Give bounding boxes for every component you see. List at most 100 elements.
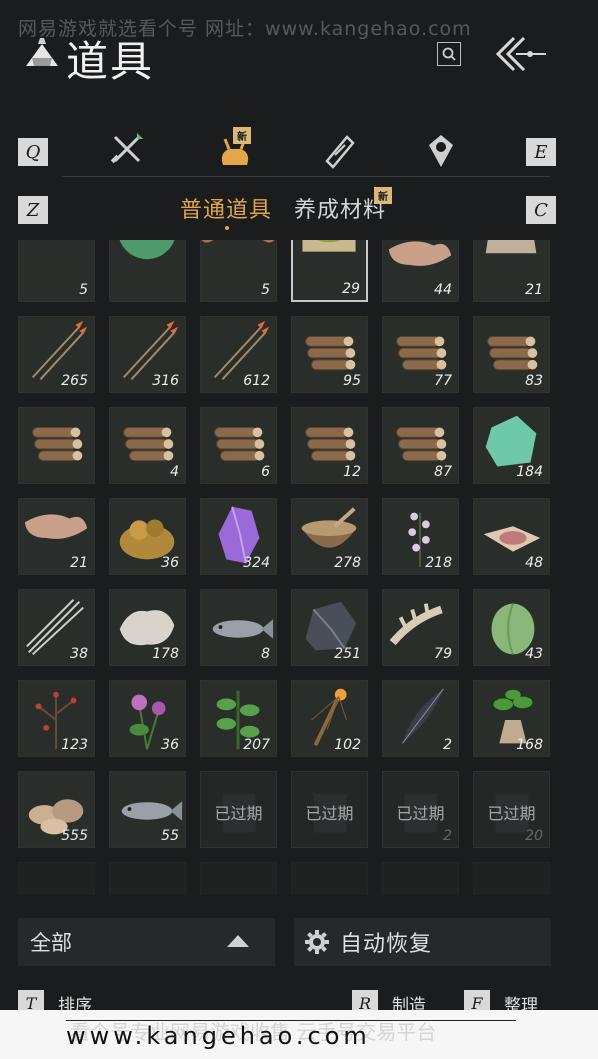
item-quantity: 178 bbox=[152, 646, 179, 662]
item-slot[interactable]: 8 bbox=[200, 589, 277, 666]
item-slot[interactable]: 184 bbox=[473, 407, 550, 484]
item-slot[interactable]: 36 bbox=[109, 680, 186, 757]
item-slot[interactable]: 48 bbox=[473, 498, 550, 575]
item-slot[interactable]: 21 bbox=[473, 240, 550, 302]
item-quantity: 8 bbox=[261, 646, 270, 662]
new-badge: 新 bbox=[374, 187, 392, 204]
item-slot[interactable]: 44 bbox=[382, 240, 459, 302]
item-slot[interactable]: 4 bbox=[109, 407, 186, 484]
subtab-materials[interactable]: 养成材料 bbox=[294, 192, 386, 224]
watermark-underline bbox=[66, 1020, 516, 1021]
item-slot[interactable]: 83 bbox=[473, 316, 550, 393]
item-quantity: 555 bbox=[61, 828, 88, 844]
item-slot[interactable]: 38 bbox=[18, 589, 95, 666]
item-slot[interactable]: 36 bbox=[109, 498, 186, 575]
scroll-icon bbox=[325, 135, 355, 169]
item-quantity: 87 bbox=[434, 464, 452, 480]
item-quantity: 5 bbox=[79, 282, 88, 298]
next-category-key[interactable]: E bbox=[526, 138, 556, 166]
gem-icon bbox=[429, 135, 453, 167]
item-slot[interactable]: 55 bbox=[109, 771, 186, 848]
item-slot[interactable]: 102 bbox=[291, 680, 368, 757]
back-arrow-icon bbox=[495, 36, 546, 72]
item-slot[interactable]: 251 bbox=[291, 589, 368, 666]
item-quantity: 20 bbox=[525, 828, 543, 844]
auto-recover-label: 自动恢复 bbox=[340, 932, 433, 957]
item-quantity: 77 bbox=[434, 373, 452, 389]
item-quantity: 29 bbox=[342, 281, 360, 297]
item-quantity: 207 bbox=[243, 737, 270, 753]
item-slot[interactable]: 43 bbox=[473, 589, 550, 666]
prev-subtab-key[interactable]: Z bbox=[18, 196, 48, 224]
tab-scrolls[interactable] bbox=[318, 130, 360, 172]
item-slot[interactable]: 555 bbox=[18, 771, 95, 848]
item-quantity: 5 bbox=[261, 282, 270, 298]
item-grid: 5 5 29 44 21 265 316 612 95 77 83 4 6 12 87 184 21 36 324 2… bbox=[18, 240, 551, 895]
empty-slot bbox=[109, 862, 186, 895]
weapons-icon bbox=[110, 133, 143, 164]
tab-weapons[interactable] bbox=[106, 128, 148, 170]
item-slot[interactable]: 207 bbox=[200, 680, 277, 757]
item-slot[interactable]: 95 bbox=[291, 316, 368, 393]
item-slot[interactable]: 168 bbox=[473, 680, 550, 757]
item-quantity: 43 bbox=[525, 646, 543, 662]
item-quantity: 184 bbox=[516, 464, 543, 480]
item-quantity: 251 bbox=[334, 646, 361, 662]
item-quantity: 44 bbox=[434, 282, 452, 298]
item-slot[interactable]: 324 bbox=[200, 498, 277, 575]
empty-slot bbox=[291, 862, 368, 895]
search-button[interactable] bbox=[437, 42, 461, 66]
item-slot[interactable]: 29 bbox=[291, 240, 368, 302]
prev-category-key[interactable]: Q bbox=[18, 138, 48, 166]
expired-label: 已过期 bbox=[214, 804, 263, 823]
inventory-logo-icon bbox=[22, 36, 62, 72]
item-slot[interactable]: 79 bbox=[382, 589, 459, 666]
item-quantity: 123 bbox=[61, 737, 88, 753]
item-slot[interactable]: 2 bbox=[382, 680, 459, 757]
item-slot[interactable]: 12 bbox=[291, 407, 368, 484]
item-quantity: 612 bbox=[243, 373, 270, 389]
green-orb-icon bbox=[119, 240, 175, 260]
item-quantity: 278 bbox=[334, 555, 361, 571]
item-slot[interactable]: 612 bbox=[200, 316, 277, 393]
item-slot[interactable]: 6 bbox=[200, 407, 277, 484]
item-slot[interactable] bbox=[18, 407, 95, 484]
item-slot[interactable]: 178 bbox=[109, 589, 186, 666]
item-slot[interactable]: 123 bbox=[18, 680, 95, 757]
empty-slot bbox=[200, 862, 277, 895]
item-quantity: 12 bbox=[343, 464, 361, 480]
item-quantity: 36 bbox=[161, 737, 179, 753]
item-slot[interactable]: 5 bbox=[18, 240, 95, 302]
gear-icon bbox=[305, 930, 329, 954]
item-quantity: 324 bbox=[243, 555, 270, 571]
item-slot[interactable] bbox=[109, 240, 186, 302]
filter-dropdown[interactable]: 全部 bbox=[18, 918, 275, 966]
item-quantity: 218 bbox=[425, 555, 452, 571]
item-slot[interactable]: 316 bbox=[109, 316, 186, 393]
search-icon bbox=[442, 47, 456, 61]
next-subtab-key[interactable]: C bbox=[526, 196, 556, 224]
item-quantity: 2 bbox=[443, 737, 452, 753]
item-slot[interactable]: 已过期 bbox=[200, 771, 277, 848]
caret-up-icon bbox=[227, 935, 249, 947]
item-slot[interactable]: 218 bbox=[382, 498, 459, 575]
item-slot[interactable]: 已过期 bbox=[291, 771, 368, 848]
auto-recover-button[interactable]: 自动恢复 bbox=[294, 918, 551, 966]
empty-slot bbox=[18, 862, 95, 895]
back-button[interactable] bbox=[492, 34, 548, 74]
tab-gems[interactable] bbox=[420, 130, 462, 172]
item-slot[interactable]: 265 bbox=[18, 316, 95, 393]
item-slot[interactable]: 77 bbox=[382, 316, 459, 393]
item-quantity: 95 bbox=[343, 373, 361, 389]
item-quantity: 21 bbox=[70, 555, 88, 571]
item-slot[interactable]: 278 bbox=[291, 498, 368, 575]
item-slot[interactable]: 5 bbox=[200, 240, 277, 302]
item-slot[interactable]: 21 bbox=[18, 498, 95, 575]
item-slot[interactable]: 已过期 20 bbox=[473, 771, 550, 848]
subtab-common-items[interactable]: 普通道具 bbox=[180, 192, 272, 224]
item-quantity: 36 bbox=[161, 555, 179, 571]
empty-slot bbox=[473, 862, 550, 895]
watermark-bottom-url: www.kangehao.com bbox=[66, 1022, 371, 1050]
item-slot[interactable]: 已过期 2 bbox=[382, 771, 459, 848]
item-slot[interactable]: 87 bbox=[382, 407, 459, 484]
